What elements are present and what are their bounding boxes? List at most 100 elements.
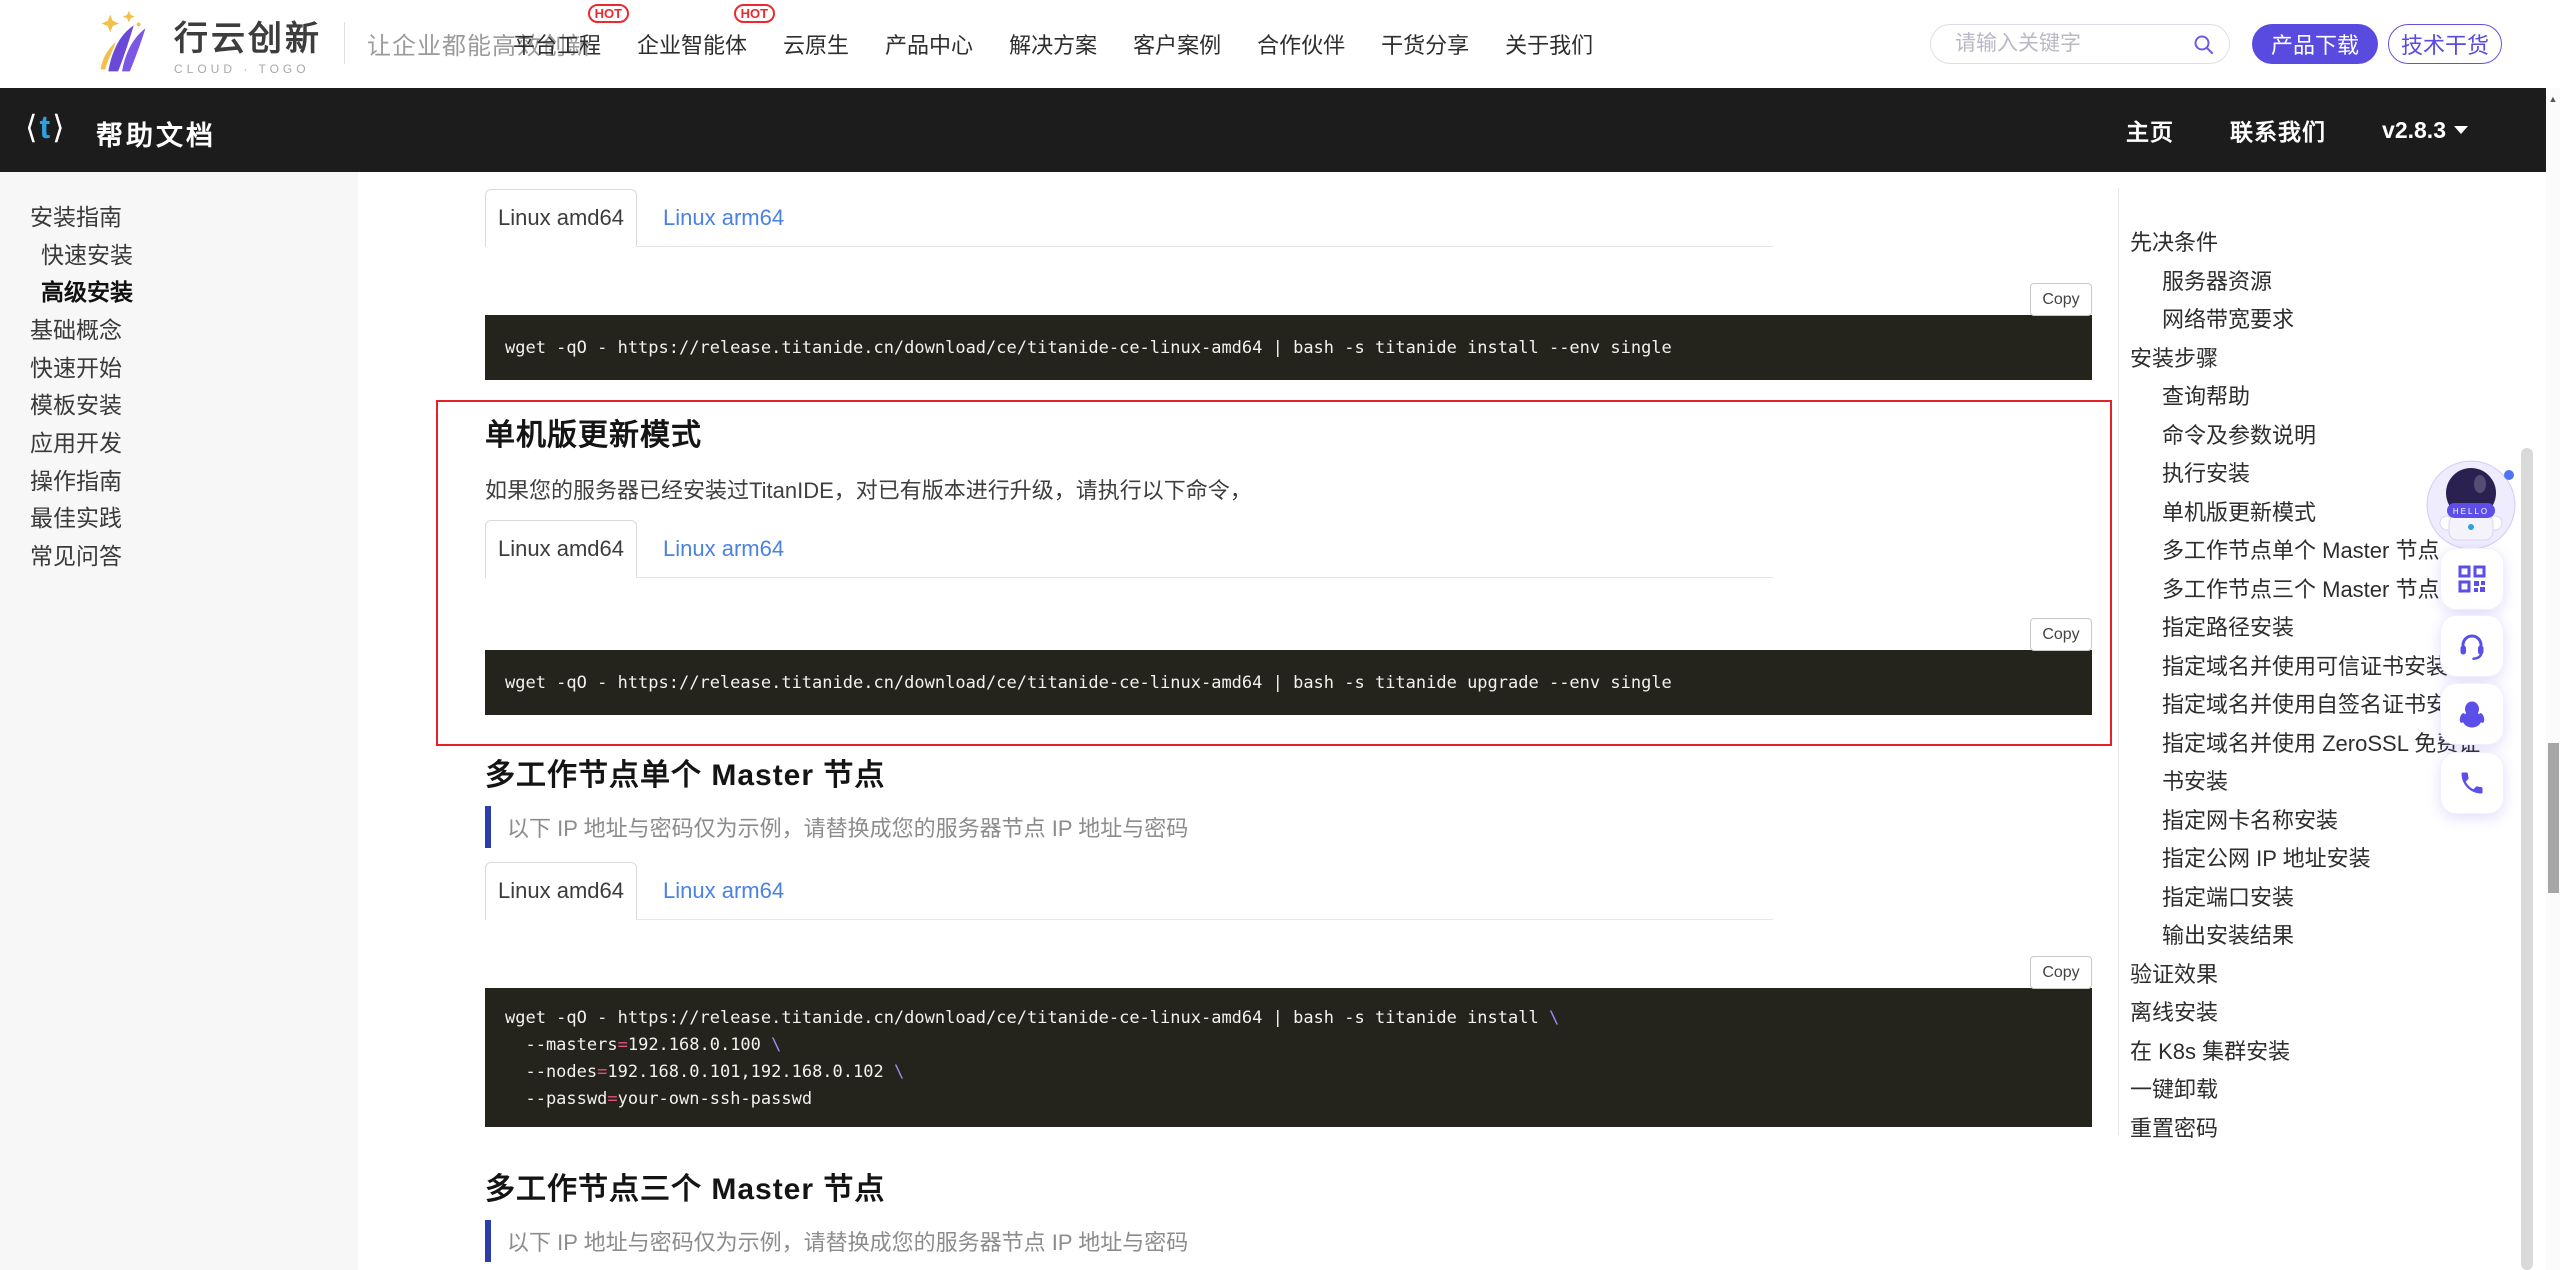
logo-bracket-right: ⟩ xyxy=(52,109,66,145)
toc-item[interactable]: 输出安装结果 xyxy=(2130,917,2485,956)
toc-item[interactable]: 在 K8s 集群安装 xyxy=(2130,1033,2485,1072)
sidebar-item[interactable]: 最佳实践 xyxy=(0,498,358,536)
tab-linux-arm64[interactable]: Linux arm64 xyxy=(637,862,810,919)
sidebar-item[interactable]: 常见问答 xyxy=(0,535,358,573)
nav-item-6[interactable]: 客户案例 xyxy=(1133,28,1221,60)
mascot-hello-label: HELLO xyxy=(2453,507,2489,516)
toc-item[interactable]: 查询帮助 xyxy=(2130,378,2485,417)
sidebar-item[interactable]: 基础概念 xyxy=(0,309,358,347)
logo-bracket-left: ⟨ xyxy=(25,109,39,145)
nav-item-9[interactable]: 关于我们 xyxy=(1505,28,1593,60)
panel-scrollbar[interactable] xyxy=(2521,448,2533,1270)
version-selector[interactable]: v2.8.3 xyxy=(2382,117,2468,144)
sidebar-item-active[interactable]: 高级安装 xyxy=(0,271,358,309)
scrollbar-up-arrow[interactable]: ▲ xyxy=(2546,94,2560,104)
toc-item[interactable]: 验证效果 xyxy=(2130,956,2485,995)
nav-item-3[interactable]: 云原生 xyxy=(783,28,849,60)
logo-t: t xyxy=(39,109,52,145)
product-download-button[interactable]: 产品下载 xyxy=(2252,24,2378,64)
search-icon[interactable] xyxy=(2193,34,2215,56)
toc-item[interactable]: 先决条件 xyxy=(2130,224,2485,263)
search-box[interactable] xyxy=(1930,24,2230,64)
update-paragraph: 如果您的服务器已经安装过TitanIDE，对已有版本进行升级，请执行以下命令， xyxy=(485,476,1252,506)
chevron-down-icon xyxy=(2454,126,2468,134)
nav-item-label: 企业智能体 xyxy=(637,33,747,58)
section-heading-single-master: 多工作节点单个 Master 节点 xyxy=(485,754,885,798)
toc-item[interactable]: 指定公网 IP 地址安装 xyxy=(2130,840,2485,879)
toc-item[interactable]: 指定域名并使用 ZeroSSL 免费证书安装 xyxy=(2130,725,2485,802)
sidebar-item[interactable]: 模板安装 xyxy=(0,384,358,422)
page: 行云创新 CLOUD · TOGO 让企业都能高效创新 平台工程HOT企业智能体… xyxy=(0,0,2560,1270)
copy-button[interactable]: Copy xyxy=(2030,956,2092,989)
toc-item[interactable]: 安装步骤 xyxy=(2130,340,2485,379)
toc-item[interactable]: 网络带宽要求 xyxy=(2130,301,2485,340)
toc-item[interactable]: 指定域名并使用自签名证书安装 xyxy=(2130,686,2485,725)
version-label: v2.8.3 xyxy=(2382,117,2446,144)
note-blockquote: 以下 IP 地址与密码仅为示例，请替换成您的服务器节点 IP 地址与密码 xyxy=(485,1220,1188,1262)
hot-badge: HOT xyxy=(734,4,775,23)
contact-link[interactable]: 联系我们 xyxy=(2230,113,2326,147)
scrollbar-thumb[interactable] xyxy=(2548,743,2559,893)
toc-item[interactable]: 指定域名并使用可信证书安装 xyxy=(2130,648,2485,687)
code-block-install: wget -qO - https://release.titanide.cn/d… xyxy=(485,315,2092,380)
main-content: Linux amd64 Linux arm64 Copy wget -qO - … xyxy=(485,172,2092,1270)
nav-item-label: 客户案例 xyxy=(1133,33,1221,58)
scrollbar-track[interactable]: ▲ xyxy=(2546,88,2560,1270)
top-navbar: 行云创新 CLOUD · TOGO 让企业都能高效创新 平台工程HOT企业智能体… xyxy=(0,0,2560,88)
toc-item[interactable]: 指定网卡名称安装 xyxy=(2130,802,2485,841)
code-line: --nodes=192.168.0.101,192.168.0.102 \ xyxy=(505,1059,2092,1086)
nav-item-5[interactable]: 解决方案 xyxy=(1009,28,1097,60)
brand-text: 行云创新 CLOUD · TOGO xyxy=(174,11,322,76)
qrcode-widget-button[interactable] xyxy=(2440,548,2504,610)
search-input[interactable] xyxy=(1955,32,2189,56)
tab-linux-amd64[interactable]: Linux amd64 xyxy=(485,189,637,247)
toc-item[interactable]: 命令及参数说明 xyxy=(2130,417,2485,456)
doc-navbar: ⟨t⟩ 帮助文档 主页 联系我们 v2.8.3 xyxy=(0,88,2546,172)
section-heading-update: 单机版更新模式 xyxy=(485,414,702,458)
toc-item[interactable]: 离线安装 xyxy=(2130,994,2485,1033)
nav-item-label: 产品中心 xyxy=(885,33,973,58)
qq-widget-button[interactable] xyxy=(2440,683,2504,745)
toc-item[interactable]: 指定路径安装 xyxy=(2130,609,2485,648)
nav-item-label: 合作伙伴 xyxy=(1257,33,1345,58)
astronaut-mascot[interactable]: HELLO xyxy=(2423,453,2523,553)
nav-item-label: 平台工程 xyxy=(513,33,601,58)
sidebar-item[interactable]: 应用开发 xyxy=(0,422,358,460)
toc-item[interactable]: 重置密码 xyxy=(2130,1110,2485,1149)
nav-item-label: 关于我们 xyxy=(1505,33,1593,58)
toc-item[interactable]: 指定端口安装 xyxy=(2130,879,2485,918)
nav-item-label: 云原生 xyxy=(783,33,849,58)
code-line: --masters=192.168.0.100 \ xyxy=(505,1032,2092,1059)
nav-item-4[interactable]: 产品中心 xyxy=(885,28,973,60)
qq-penguin-icon xyxy=(2457,699,2487,729)
titanide-logo[interactable]: ⟨t⟩ xyxy=(25,108,67,146)
sidebar-item[interactable]: 快速安装 xyxy=(0,234,358,272)
tech-share-button[interactable]: 技术干货 xyxy=(2388,24,2502,64)
nav-item-1[interactable]: 平台工程HOT xyxy=(513,28,601,60)
copy-button[interactable]: Copy xyxy=(2030,618,2092,651)
toc-item[interactable]: 一键卸载 xyxy=(2130,1071,2485,1110)
tab-linux-amd64[interactable]: Linux amd64 xyxy=(485,520,637,578)
qrcode-icon xyxy=(2457,564,2487,594)
toc-item[interactable]: 服务器资源 xyxy=(2130,263,2485,302)
home-link[interactable]: 主页 xyxy=(2126,113,2174,147)
tab-linux-arm64[interactable]: Linux arm64 xyxy=(637,520,810,577)
sidebar-item[interactable]: 安装指南 xyxy=(0,196,358,234)
cloudtogo-logo-icon xyxy=(78,8,166,78)
code-line: --passwd=your-own-ssh-passwd xyxy=(505,1086,2092,1113)
phone-widget-button[interactable] xyxy=(2440,752,2504,814)
tab-linux-amd64[interactable]: Linux amd64 xyxy=(485,862,637,920)
customer-service-widget-button[interactable] xyxy=(2440,615,2504,677)
nav-item-8[interactable]: 干货分享 xyxy=(1381,28,1469,60)
sidebar-item[interactable]: 快速开始 xyxy=(0,347,358,385)
toc-item[interactable]: 多工作节点三个 Master 节点 xyxy=(2130,571,2485,610)
nav-item-7[interactable]: 合作伙伴 xyxy=(1257,28,1345,60)
copy-button[interactable]: Copy xyxy=(2030,283,2092,316)
nav-item-2[interactable]: 企业智能体HOT xyxy=(637,28,747,60)
code-line: wget -qO - https://release.titanide.cn/d… xyxy=(505,1005,2092,1032)
main-nav: 平台工程HOT企业智能体HOT云原生产品中心解决方案客户案例合作伙伴干货分享关于… xyxy=(513,0,1593,88)
sidebar-item[interactable]: 操作指南 xyxy=(0,460,358,498)
tab-row-1: Linux amd64 Linux arm64 xyxy=(485,189,1773,247)
tab-linux-arm64[interactable]: Linux arm64 xyxy=(637,189,810,246)
section-heading-three-master: 多工作节点三个 Master 节点 xyxy=(485,1168,885,1212)
